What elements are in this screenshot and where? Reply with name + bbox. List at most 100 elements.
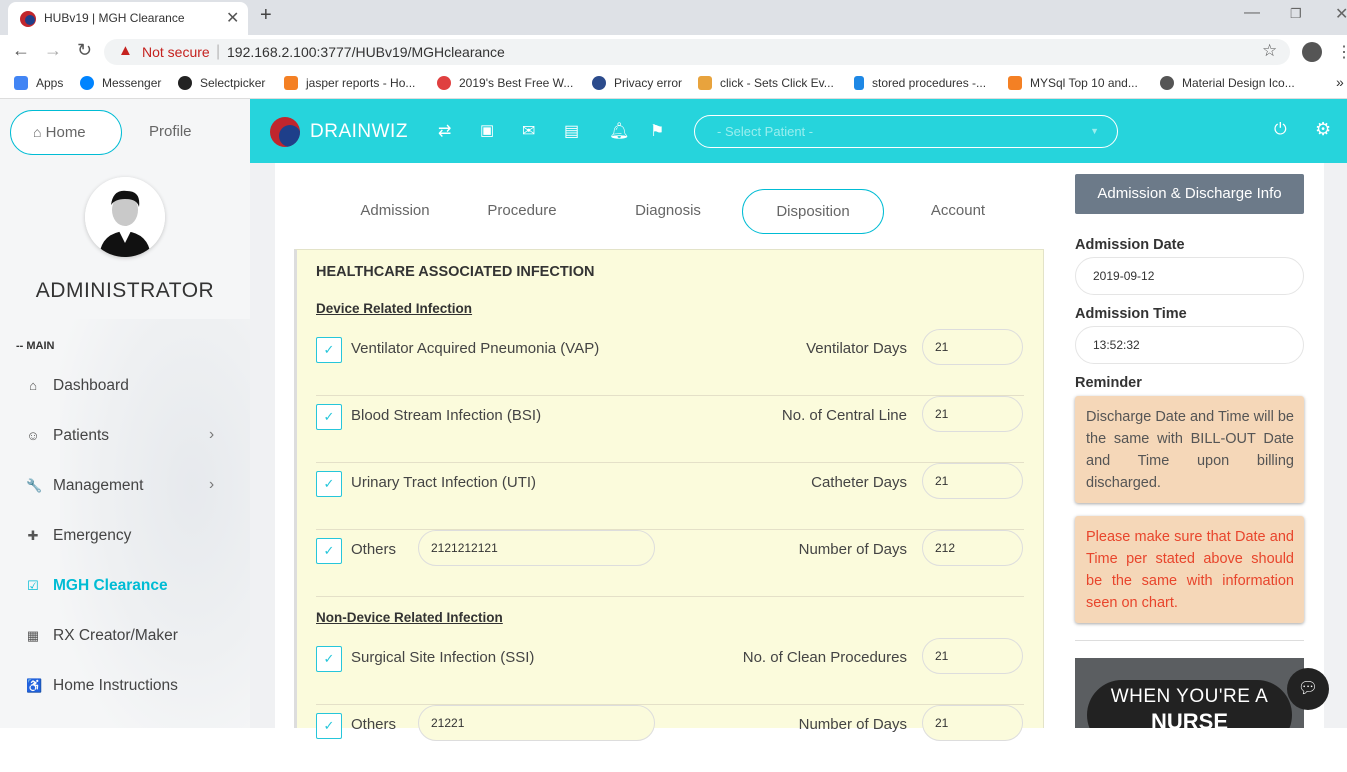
sidebar-item-patients[interactable]: ☺ Patients › bbox=[26, 426, 226, 450]
vap-label: Ventilator Acquired Pneumonia (VAP) bbox=[351, 340, 600, 357]
bookmark-jasper[interactable]: jasper reports - Ho... bbox=[284, 76, 415, 90]
bookmark-star-icon[interactable]: ☆ bbox=[1262, 41, 1277, 61]
sidebar-item-label: Patients bbox=[53, 427, 110, 444]
admission-time-field[interactable]: 13:52:32 bbox=[1075, 326, 1304, 364]
sidebar-item-label: Emergency bbox=[53, 527, 132, 544]
others-non-device-checkbox[interactable]: ✓ bbox=[316, 713, 342, 739]
ssi-checkbox[interactable]: ✓ bbox=[316, 646, 342, 672]
bookmark-material-icons[interactable]: Material Design Ico... bbox=[1160, 76, 1295, 90]
contact-card-icon[interactable]: ▤ bbox=[564, 121, 579, 141]
swap-icon[interactable]: ⇄ bbox=[438, 121, 451, 141]
site-icon bbox=[698, 76, 712, 90]
sidebar-item-label: Management bbox=[53, 477, 144, 494]
user-name: ADMINISTRATOR bbox=[35, 279, 215, 302]
bell-icon[interactable]: 🔔︎ bbox=[609, 121, 629, 141]
sidebar-item-dashboard[interactable]: ⌂ Dashboard bbox=[26, 376, 226, 400]
new-tab-button[interactable]: + bbox=[260, 4, 272, 27]
bookmark-best-free[interactable]: 2019's Best Free W... bbox=[437, 76, 573, 90]
bookmark-apps[interactable]: Apps bbox=[14, 76, 63, 90]
sidebar-item-home-instructions[interactable]: ♿ Home Instructions bbox=[26, 676, 226, 700]
flag-icon[interactable]: ⚑ bbox=[650, 121, 664, 141]
sidebar-item-management[interactable]: 🔧 Management › bbox=[26, 476, 226, 500]
others-device-text-input[interactable]: 2121212121 bbox=[418, 530, 655, 566]
browser-tab-bar: HUBv19 | MGH Clearance ✕ + — ❐ ✕ bbox=[0, 0, 1347, 35]
wheelchair-icon: ♿ bbox=[26, 678, 43, 693]
sidebar-item-rx-creator[interactable]: ▦ RX Creator/Maker bbox=[26, 626, 226, 650]
vap-checkbox[interactable]: ✓ bbox=[316, 337, 342, 363]
tab-close-icon[interactable]: ✕ bbox=[226, 8, 239, 28]
bookmark-messenger[interactable]: Messenger bbox=[80, 76, 161, 90]
reminder-label: Reminder bbox=[1075, 375, 1142, 391]
not-secure-label[interactable]: Not secure bbox=[142, 44, 210, 60]
others-device-days-input[interactable]: 212 bbox=[922, 530, 1023, 566]
back-icon[interactable]: ← bbox=[12, 40, 30, 61]
url-text[interactable]: 192.168.2.100:3777/HUBv19/MGHclearance bbox=[227, 44, 505, 60]
others-device-checkbox[interactable]: ✓ bbox=[316, 538, 342, 564]
mail-icon[interactable]: ✉ bbox=[522, 121, 535, 141]
window-close-icon[interactable]: ✕ bbox=[1335, 4, 1347, 24]
sidebar-item-emergency[interactable]: ✚ Emergency bbox=[26, 526, 226, 550]
gear-icon[interactable]: ⚙ bbox=[1315, 119, 1331, 140]
catheter-days-input[interactable]: 21 bbox=[922, 463, 1023, 499]
sidebar-item-label: RX Creator/Maker bbox=[53, 627, 178, 644]
home-icon: ⌂ bbox=[33, 124, 42, 140]
chat-icon[interactable]: 💬︎ bbox=[1287, 668, 1329, 710]
select-patient-dropdown[interactable]: - Select Patient - ▼ bbox=[694, 115, 1118, 148]
ventilator-days-input[interactable]: 21 bbox=[922, 329, 1023, 365]
tab-procedure[interactable]: Procedure bbox=[461, 189, 583, 234]
bookmark-privacy-error[interactable]: Privacy error bbox=[592, 76, 682, 90]
tab-account[interactable]: Account bbox=[898, 189, 1018, 234]
browser-tab[interactable]: HUBv19 | MGH Clearance ✕ bbox=[8, 2, 248, 35]
top-navbar: DRAINWIZ ⇄ ▣ ✉ ▤ 🔔︎ ⚑ - Select Patient -… bbox=[250, 99, 1347, 163]
promo-line-1: WHEN YOU'RE A bbox=[1110, 686, 1269, 707]
infection-row-others-device: ✓ Others 2121212121 Number of Days 212 bbox=[316, 530, 1024, 597]
browser-menu-icon[interactable]: ⋮ bbox=[1336, 42, 1347, 62]
others-non-device-label: Others bbox=[351, 716, 397, 733]
brand-name[interactable]: DRAINWIZ bbox=[310, 121, 408, 143]
admission-discharge-info-button[interactable]: Admission & Discharge Info bbox=[1075, 174, 1304, 214]
database-icon bbox=[854, 76, 864, 90]
forward-icon[interactable]: → bbox=[44, 40, 62, 61]
admission-time-label: Admission Time bbox=[1075, 306, 1187, 322]
bookmark-click-sets[interactable]: click - Sets Click Ev... bbox=[698, 76, 834, 90]
home-button[interactable]: ⌂ Home bbox=[10, 110, 122, 155]
power-icon[interactable]: ⏻ bbox=[1274, 121, 1287, 139]
minimize-icon[interactable]: — bbox=[1244, 4, 1260, 22]
central-line-label: No. of Central Line bbox=[781, 407, 907, 424]
clean-procedures-input[interactable]: 21 bbox=[922, 638, 1023, 674]
tab-admission[interactable]: Admission bbox=[335, 189, 455, 234]
form-card: Admission Procedure Diagnosis Dispositio… bbox=[275, 163, 1060, 741]
warning-icon[interactable]: ▲ bbox=[118, 42, 133, 59]
globe-icon bbox=[1160, 76, 1174, 90]
bookmarks-bar: Apps Messenger Selectpicker jasper repor… bbox=[0, 69, 1347, 99]
sidebar-item-label: Dashboard bbox=[53, 377, 129, 394]
others-non-device-text-input[interactable]: 21221 bbox=[418, 705, 655, 741]
clean-procedures-label: No. of Clean Procedures bbox=[742, 649, 907, 666]
calendar-icon[interactable]: ▣ bbox=[480, 121, 494, 139]
bookmark-selectpicker[interactable]: Selectpicker bbox=[178, 76, 265, 90]
reload-icon[interactable]: ↻ bbox=[77, 40, 92, 61]
chevron-right-icon: › bbox=[209, 426, 215, 443]
admission-date-field[interactable]: 2019-09-12 bbox=[1075, 257, 1304, 295]
maximize-icon[interactable]: ❐ bbox=[1290, 6, 1302, 22]
tab-diagnosis[interactable]: Diagnosis bbox=[607, 189, 729, 234]
more-bookmarks-icon[interactable]: » bbox=[1336, 74, 1344, 90]
profile-button[interactable]: Profile bbox=[149, 123, 192, 140]
section-label-main: -- MAIN bbox=[16, 340, 55, 352]
device-related-heading: Device Related Infection bbox=[316, 301, 473, 316]
bookmark-stored-procedures[interactable]: stored procedures -... bbox=[854, 76, 986, 90]
infection-row-bsi: ✓ Blood Stream Infection (BSI) No. of Ce… bbox=[316, 396, 1024, 463]
sidebar-item-mgh-clearance[interactable]: ☑ MGH Clearance bbox=[26, 576, 226, 600]
central-line-input[interactable]: 21 bbox=[922, 396, 1023, 432]
tab-disposition[interactable]: Disposition bbox=[742, 189, 884, 234]
account-icon[interactable] bbox=[1302, 42, 1322, 62]
address-bar[interactable]: ▲ Not secure | 192.168.2.100:3777/HUBv19… bbox=[104, 39, 1290, 65]
others-non-device-days-input[interactable]: 21 bbox=[922, 705, 1023, 741]
infection-panel: HEALTHCARE ASSOCIATED INFECTION Device R… bbox=[294, 249, 1044, 741]
uti-checkbox[interactable]: ✓ bbox=[316, 471, 342, 497]
nurse-promo-image: WHEN YOU'RE A NURSE bbox=[1075, 658, 1304, 728]
bsi-checkbox[interactable]: ✓ bbox=[316, 404, 342, 430]
apps-grid-icon bbox=[14, 76, 28, 90]
sidebar-item-label: MGH Clearance bbox=[53, 577, 168, 594]
bookmark-mysql[interactable]: MYSql Top 10 and... bbox=[1008, 76, 1138, 90]
